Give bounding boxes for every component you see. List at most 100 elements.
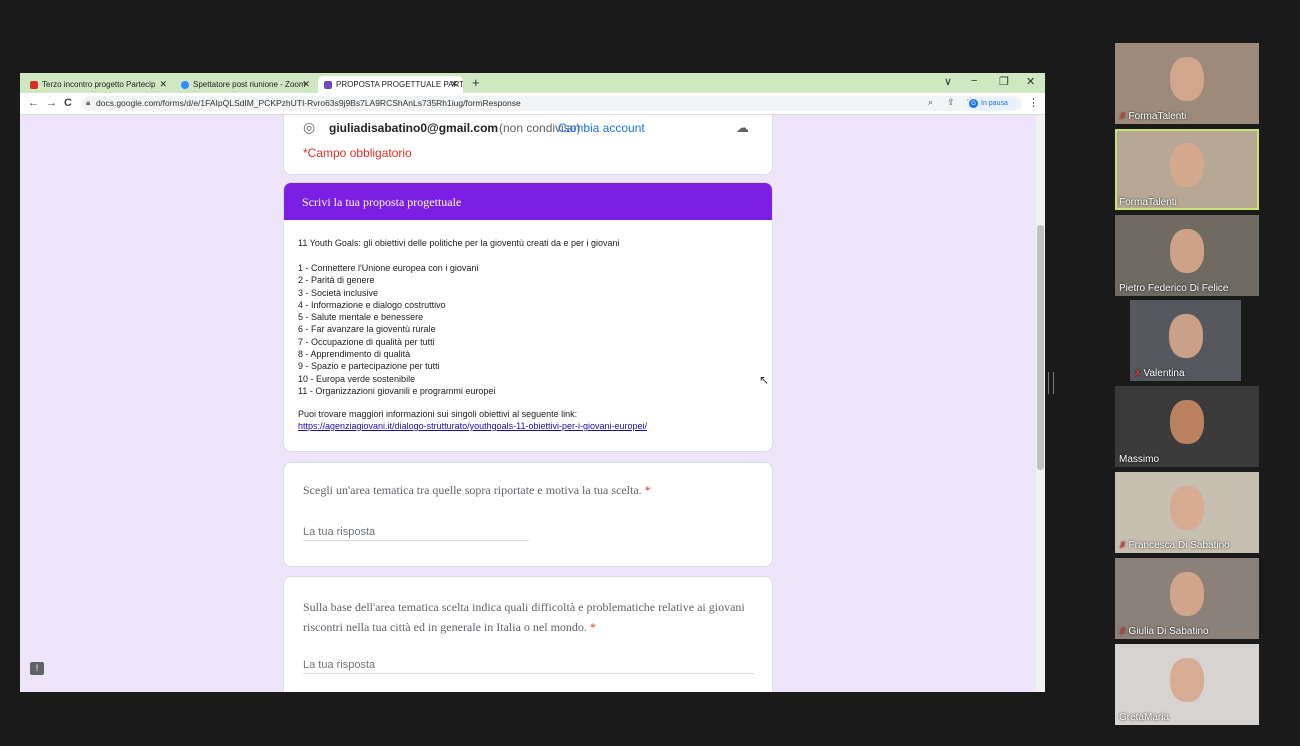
account-card: ◎ giuliadisabatino0@gmail.com (non condi… xyxy=(283,115,773,175)
participant-video xyxy=(1170,142,1204,187)
participant-video xyxy=(1170,228,1204,273)
goal-item: 9 - Spazio e partecipazione per tutti xyxy=(298,361,440,372)
tab-label: Spettatore post riunione - Zoom xyxy=(193,80,306,89)
participant-name-text: Pietro Federico Di Felice xyxy=(1119,282,1229,294)
participant-name-text: FormaTalenti xyxy=(1128,111,1187,122)
lock-icon: 🔒︎ xyxy=(86,98,91,107)
hidden-eye-icon: ◎ xyxy=(303,119,316,135)
minimize-button[interactable]: − xyxy=(971,75,977,87)
goal-item: 4 - Informazione e dialogo costruttivo xyxy=(298,299,446,310)
intro-text: 11 Youth Goals: gli obiettivi delle poli… xyxy=(298,238,620,248)
info-text: Puoi trovare maggiori informazioni sui s… xyxy=(298,409,578,419)
goal-item: 7 - Occupazione di qualità per tutti xyxy=(298,336,435,347)
goal-item: 6 - Far avanzare la gioventù rurale xyxy=(298,324,436,335)
answer-placeholder: La tua risposta xyxy=(303,526,376,538)
participant-video xyxy=(1170,571,1204,616)
mic-muted-icon: ✗ xyxy=(1119,625,1127,636)
participant-name: Pietro Federico Di Felice xyxy=(1119,283,1228,294)
close-window-button[interactable]: ✕ xyxy=(1026,75,1035,88)
mic-muted-icon: ✗ xyxy=(1119,111,1127,121)
section-card: Scrivi la tua proposta progettuale 11 Yo… xyxy=(283,182,773,452)
tab-search-icon[interactable]: ∨ xyxy=(944,75,952,88)
answer-placeholder: La tua risposta xyxy=(303,659,376,671)
participant-name-text: FormaTalenti xyxy=(1119,196,1177,208)
profile-button[interactable]: G In pausa xyxy=(967,97,1017,110)
participant-tile[interactable]: ✗ Francesca Di Sabatino xyxy=(1115,472,1259,553)
feedback-icon[interactable]: ! xyxy=(30,662,44,675)
scrollbar[interactable] xyxy=(1036,115,1045,692)
url-field[interactable]: 🔒︎ docs.google.com/forms/d/e/1FAIpQLSdIM… xyxy=(82,96,1022,111)
section-title: Scrivi la tua proposta progettuale xyxy=(302,195,462,209)
forms-icon xyxy=(324,80,332,89)
participant-name: ✗ Francesca Di Sabatino xyxy=(1119,540,1230,551)
participant-name: FormaTalenti xyxy=(1119,197,1177,208)
participant-tile[interactable]: FormaTalenti xyxy=(1115,128,1259,210)
zoom-icon xyxy=(181,80,189,89)
goal-item: 3 - Società inclusive xyxy=(298,287,379,298)
forward-icon[interactable]: → xyxy=(46,97,57,109)
question-title: Sulla base dell'area tematica scelta ind… xyxy=(303,600,745,634)
goal-item: 1 - Connettere l'Unione europea con i gi… xyxy=(298,263,479,273)
participant-video xyxy=(1170,486,1204,530)
participant-tile[interactable]: ✗ Valentina xyxy=(1130,300,1241,382)
participant-name-text: Massimo xyxy=(1119,454,1160,466)
tab-label: Terzo incontro progetto Partecip xyxy=(42,80,156,89)
zoom-icon[interactable]: ⌕ xyxy=(928,97,933,108)
shared-browser-window: Terzo incontro progetto Partecip ✕ Spett… xyxy=(20,73,1045,692)
goal-item: 2 - Parità di genere xyxy=(298,275,375,286)
back-icon[interactable]: ← xyxy=(28,97,39,109)
required-note: *Campo obbligatorio xyxy=(303,146,412,160)
participant-name: ✗ Valentina xyxy=(1134,368,1185,379)
close-icon[interactable]: ✕ xyxy=(450,79,458,90)
form-page: ◎ giuliadisabatino0@gmail.com (non condi… xyxy=(20,115,1045,692)
participant-tile[interactable]: ✗ Giulia Di Sabatino xyxy=(1115,557,1259,639)
menu-icon[interactable]: ⋮ xyxy=(1028,96,1039,109)
goal-item: 10 - Europa verde sostenibile xyxy=(298,373,416,384)
splitter-handle[interactable] xyxy=(1048,372,1054,394)
reload-icon[interactable]: C xyxy=(64,97,72,109)
goal-item: 11 - Organizzazioni giovanili e programm… xyxy=(298,385,496,396)
participant-video xyxy=(1170,57,1204,101)
participant-tile[interactable]: GretaMaria xyxy=(1115,643,1259,725)
participant-name-text: Giulia Di Sabatino xyxy=(1128,625,1209,637)
mouse-cursor-icon: ↖ xyxy=(759,373,770,387)
participant-video xyxy=(1170,657,1204,702)
tab-bar: Terzo incontro progetto Partecip ✕ Spett… xyxy=(20,73,1045,93)
tab-zoom[interactable]: Spettatore post riunione - Zoom ✕ xyxy=(175,76,315,93)
restore-button[interactable]: ❐ xyxy=(999,75,1009,88)
mic-muted-icon: ✗ xyxy=(1134,368,1142,379)
participant-tile[interactable]: Massimo xyxy=(1115,386,1259,468)
question-title: Scegli un'area tematica tra quelle sopra… xyxy=(303,483,651,497)
participant-video xyxy=(1168,314,1203,359)
share-icon[interactable]: ⇪ xyxy=(947,97,955,108)
participant-name: ✗ Giulia Di Sabatino xyxy=(1119,626,1209,637)
participant-name: GretaMaria xyxy=(1119,712,1169,723)
info-link[interactable]: https://agenziagiovani.it/dialogo-strutt… xyxy=(298,421,647,431)
cloud-icon: ☁ xyxy=(736,120,749,135)
participant-name: ✗ FormaTalenti xyxy=(1119,111,1186,122)
answer-input-1[interactable]: La tua risposta xyxy=(303,522,529,541)
close-icon[interactable]: ✕ xyxy=(302,79,310,90)
tab-forms[interactable]: PROPOSTA PROGETTUALE PARTE ✕ xyxy=(318,76,463,93)
section-header: Scrivi la tua proposta progettuale xyxy=(284,183,772,220)
new-tab-button[interactable]: + xyxy=(472,75,480,90)
answer-input-2[interactable]: La tua risposta xyxy=(303,655,754,674)
close-icon[interactable]: ✕ xyxy=(159,79,167,90)
tab-gmail[interactable]: Terzo incontro progetto Partecip ✕ xyxy=(24,76,172,93)
account-email: giuliadisabatino0@gmail.com xyxy=(329,121,499,135)
participant-name-text: Valentina xyxy=(1143,368,1185,380)
goal-item: 8 - Apprendimento di qualità xyxy=(298,349,411,360)
profile-status: In pausa xyxy=(981,100,1008,107)
participant-video xyxy=(1170,400,1204,445)
scrollbar-thumb[interactable] xyxy=(1037,225,1044,470)
mic-muted-icon: ✗ xyxy=(1119,540,1127,550)
participant-tile[interactable]: Pietro Federico Di Felice xyxy=(1115,214,1259,296)
goals-list: 1 - Connettere l'Unione europea con i gi… xyxy=(298,262,495,397)
goal-item: 5 - Salute mentale e benessere xyxy=(298,312,424,323)
change-account-link[interactable]: Cambia account xyxy=(558,121,645,135)
address-bar: ← → C 🔒︎ docs.google.com/forms/d/e/1FAIp… xyxy=(20,93,1045,115)
participant-name: Massimo xyxy=(1119,454,1159,465)
tab-label: PROPOSTA PROGETTUALE PARTE xyxy=(336,80,463,89)
gmail-icon xyxy=(30,80,38,89)
participant-tile[interactable]: ✗ FormaTalenti xyxy=(1115,43,1259,124)
